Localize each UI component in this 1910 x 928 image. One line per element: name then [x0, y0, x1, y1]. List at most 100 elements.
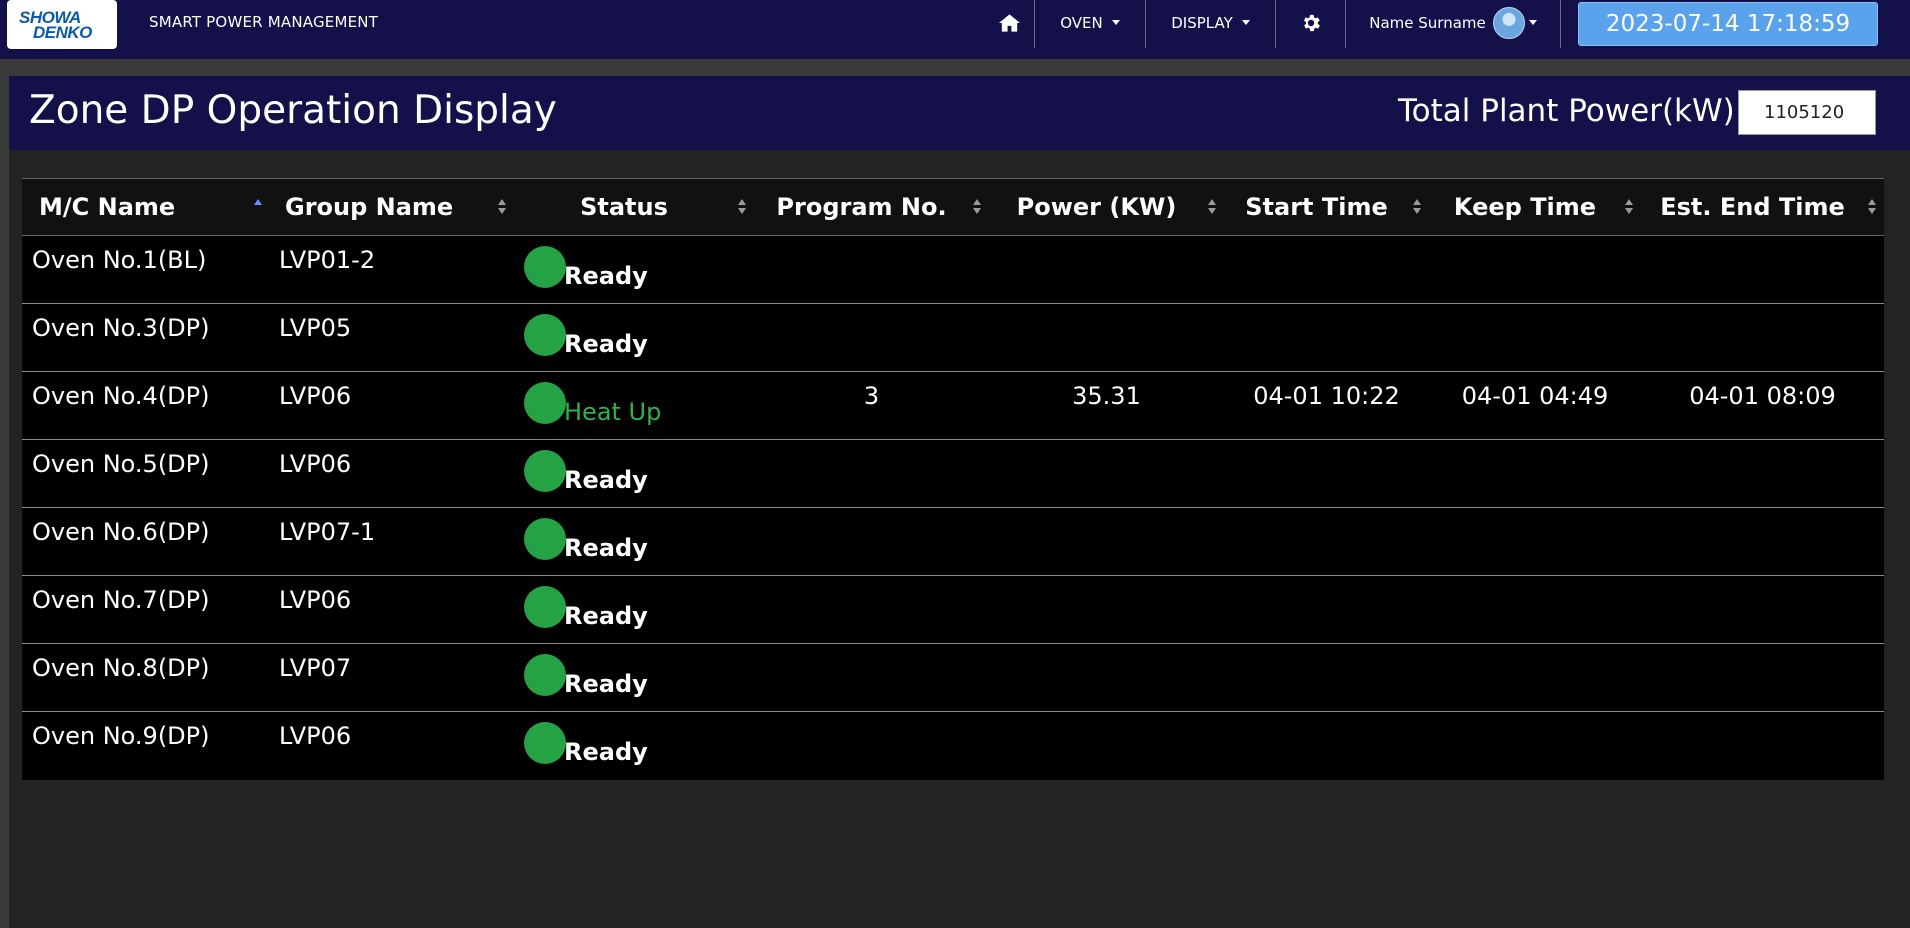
group-name: LVP07-1: [279, 518, 376, 546]
status-label: Heat Up: [564, 398, 662, 426]
column-header-group-name[interactable]: Group Name: [268, 178, 514, 236]
table-row[interactable]: Oven No.4(DP) LVP06 Heat Up 3 35.31 04-0…: [22, 372, 1884, 440]
table-row[interactable]: Oven No.9(DP) LVP06 Ready: [22, 712, 1884, 780]
cell-keep-time: [1429, 644, 1641, 712]
cell-mc-name: Oven No.4(DP): [22, 372, 268, 440]
table-row[interactable]: Oven No.6(DP) LVP07-1 Ready: [22, 508, 1884, 576]
avatar-icon: [1492, 6, 1525, 39]
cell-est-end-time: [1641, 508, 1884, 576]
group-name: LVP05: [279, 314, 352, 342]
cell-start-time: [1224, 644, 1429, 712]
mc-name: Oven No.6(DP): [32, 518, 210, 546]
cell-est-end-time: [1641, 712, 1884, 780]
column-header-start-time[interactable]: Start Time: [1224, 178, 1429, 236]
group-name: LVP06: [279, 382, 352, 410]
table-row[interactable]: Oven No.7(DP) LVP06 Ready: [22, 576, 1884, 644]
cell-program-no: [754, 576, 989, 644]
sort-icon[interactable]: [1413, 199, 1421, 215]
cell-start-time: [1224, 304, 1429, 372]
chevron-down-icon: [1241, 20, 1250, 25]
cell-program-no: [754, 712, 989, 780]
settings-button[interactable]: [1276, 0, 1345, 45]
total-power-value: 1105120: [1738, 90, 1876, 135]
cell-program-no: [754, 644, 989, 712]
cell-group-name: LVP07-1: [268, 508, 514, 576]
cell-status: Ready: [514, 304, 754, 372]
start-time: 04-01 10:22: [1253, 382, 1400, 410]
table-header: M/C Name Group Name Status Program No. P…: [22, 178, 1884, 236]
cell-keep-time: [1429, 508, 1641, 576]
cell-keep-time: 04-01 04:49: [1429, 372, 1641, 440]
sort-icon[interactable]: [738, 199, 746, 215]
column-header-status[interactable]: Status: [514, 178, 754, 236]
cell-group-name: LVP06: [268, 576, 514, 644]
cell-status: Ready: [514, 712, 754, 780]
total-power-label: Total Plant Power(kW): [1398, 93, 1735, 129]
user-menu[interactable]: Name Surname: [1346, 0, 1560, 45]
table-row[interactable]: Oven No.3(DP) LVP05 Ready: [22, 304, 1884, 372]
sort-ascending-icon[interactable]: [254, 199, 262, 215]
cell-est-end-time: [1641, 644, 1884, 712]
table-row[interactable]: Oven No.8(DP) LVP07 Ready: [22, 644, 1884, 712]
cell-est-end-time: [1641, 304, 1884, 372]
top-navbar: SHOWA DENKO SMART POWER MANAGEMENT OVEN …: [0, 0, 1910, 59]
table-row[interactable]: Oven No.5(DP) LVP06 Ready: [22, 440, 1884, 508]
logo-line-2: DENKO: [33, 22, 92, 42]
cell-power: [989, 712, 1224, 780]
company-logo[interactable]: SHOWA DENKO: [7, 0, 117, 49]
column-header-keep-time[interactable]: Keep Time: [1429, 178, 1641, 236]
status-label: Ready: [564, 466, 648, 494]
cell-program-no: [754, 440, 989, 508]
menu-display[interactable]: DISPLAY: [1146, 0, 1275, 45]
sort-icon[interactable]: [1625, 199, 1633, 215]
column-header-power[interactable]: Power (KW): [989, 178, 1224, 236]
column-header-label: Status: [580, 193, 668, 221]
cell-power: 35.31: [989, 372, 1224, 440]
cell-start-time: [1224, 576, 1429, 644]
cell-program-no: [754, 508, 989, 576]
mc-name: Oven No.4(DP): [32, 382, 210, 410]
group-name: LVP06: [279, 450, 352, 478]
sort-icon[interactable]: [973, 199, 981, 215]
cell-power: [989, 576, 1224, 644]
cell-status: Ready: [514, 644, 754, 712]
cell-keep-time: [1429, 304, 1641, 372]
mc-name: Oven No.1(BL): [32, 246, 207, 274]
cell-power: [989, 304, 1224, 372]
group-name: LVP06: [279, 722, 352, 750]
cell-est-end-time: [1641, 236, 1884, 304]
chevron-down-icon: [1528, 20, 1537, 25]
cell-keep-time: [1429, 236, 1641, 304]
column-header-label: Start Time: [1245, 193, 1388, 221]
cell-start-time: [1224, 236, 1429, 304]
group-name: LVP06: [279, 586, 352, 614]
column-header-est-end-time[interactable]: Est. End Time: [1641, 178, 1884, 236]
cell-est-end-time: 04-01 08:09: [1641, 372, 1884, 440]
column-header-program-no[interactable]: Program No.: [754, 178, 989, 236]
column-header-label: Power (KW): [1016, 193, 1177, 221]
column-header-label: Est. End Time: [1660, 193, 1845, 221]
cell-keep-time: [1429, 576, 1641, 644]
cell-program-no: 3: [754, 372, 989, 440]
status-indicator-icon: [524, 382, 566, 424]
status-label: Ready: [564, 738, 648, 766]
cell-status: Heat Up: [514, 372, 754, 440]
sort-icon[interactable]: [1208, 199, 1216, 215]
cell-group-name: LVP07: [268, 644, 514, 712]
column-header-label: Program No.: [776, 193, 947, 221]
menu-oven[interactable]: OVEN: [1035, 0, 1145, 45]
cell-power: [989, 236, 1224, 304]
sort-icon[interactable]: [1868, 199, 1876, 215]
cell-program-no: [754, 236, 989, 304]
cell-mc-name: Oven No.7(DP): [22, 576, 268, 644]
status-label: Ready: [564, 670, 648, 698]
cell-start-time: 04-01 10:22: [1224, 372, 1429, 440]
cell-group-name: LVP06: [268, 372, 514, 440]
sort-icon[interactable]: [498, 199, 506, 215]
table-row[interactable]: Oven No.1(BL) LVP01-2 Ready: [22, 236, 1884, 304]
column-header-mc-name[interactable]: M/C Name: [22, 178, 268, 236]
home-button[interactable]: [984, 0, 1034, 45]
panel-header: Zone DP Operation Display Total Plant Po…: [9, 76, 1910, 150]
cell-status: Ready: [514, 508, 754, 576]
est-end-time: 04-01 08:09: [1689, 382, 1836, 410]
